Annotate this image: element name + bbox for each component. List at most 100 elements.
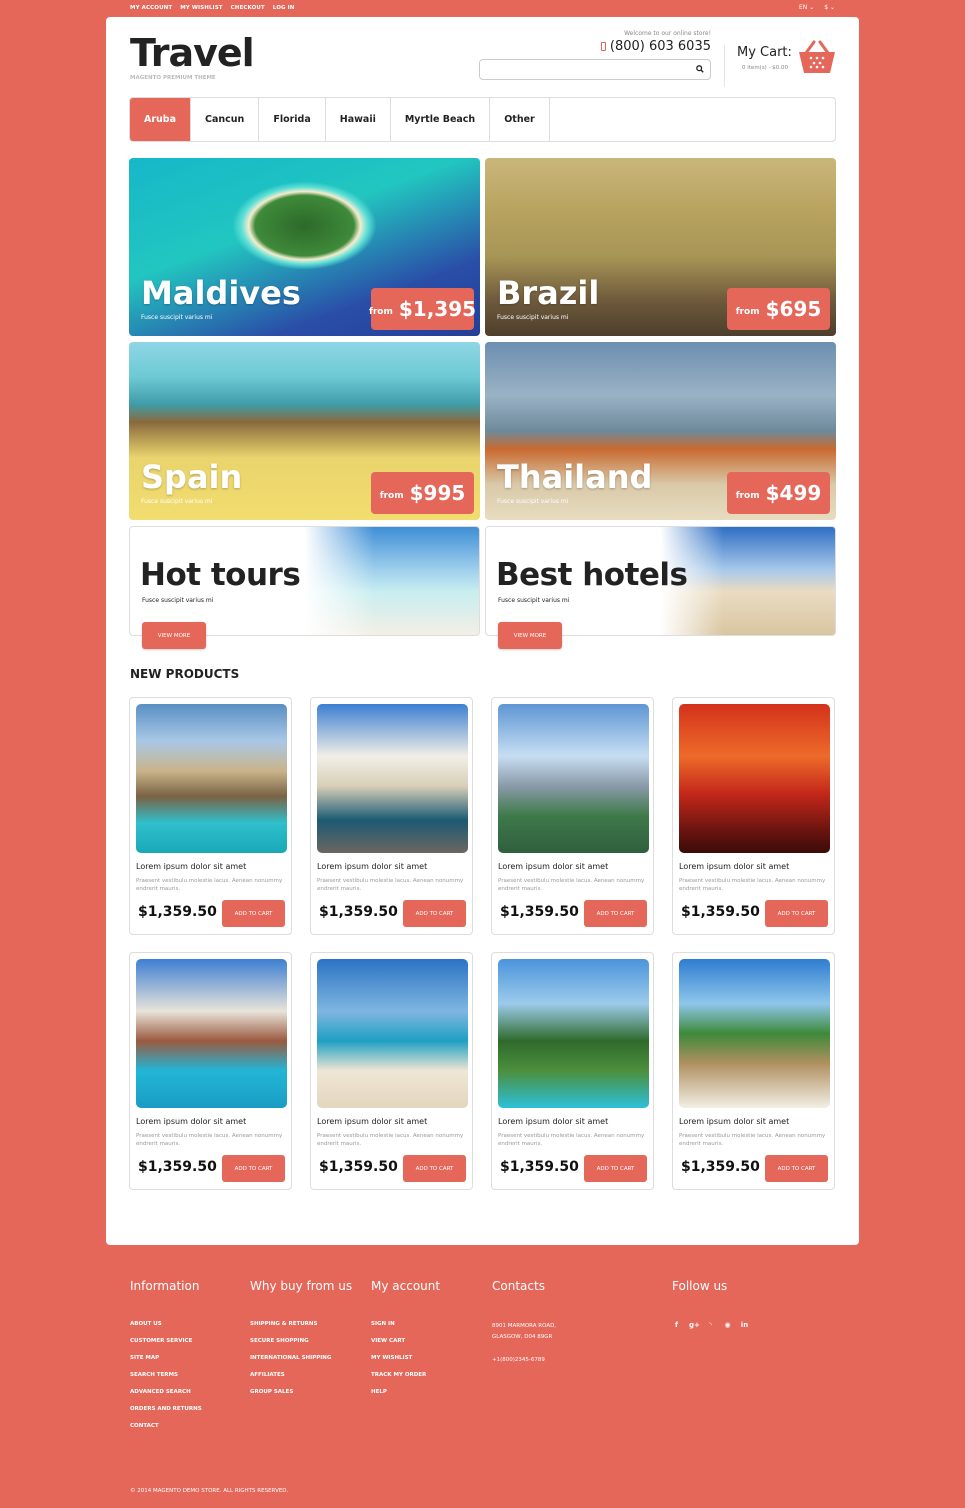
add-to-cart-button[interactable]: ADD TO CART: [403, 900, 466, 927]
product-card: Lorem ipsum dolor sit amet Praesent vesti…: [491, 697, 654, 935]
my-account-link[interactable]: MY ACCOUNT: [130, 5, 172, 11]
product-image[interactable]: [498, 704, 649, 853]
promo-subtitle: Fusce suscipit varius mi: [142, 597, 214, 604]
product-card: Lorem ipsum dolor sit amet Praesent vesti…: [310, 952, 473, 1190]
product-description: Praesent vestibulu molestie lacus. Aenea…: [679, 878, 826, 892]
product-image[interactable]: [679, 959, 830, 1108]
view-more-button[interactable]: VIEW MORE: [142, 622, 206, 649]
footer-link[interactable]: VIEW CART: [371, 1338, 440, 1355]
top-bar: MY ACCOUNT MY WISHLIST CHECKOUT LOG IN E…: [0, 0, 965, 17]
banner-title: Maldives: [141, 274, 301, 312]
product-image[interactable]: [679, 704, 830, 853]
linkedin-icon[interactable]: in: [740, 1321, 749, 1329]
product-image[interactable]: [317, 959, 468, 1108]
site-logo[interactable]: Travel: [130, 33, 255, 73]
price-value: $499: [765, 481, 822, 505]
rss-icon[interactable]: ◝: [706, 1321, 715, 1329]
welcome-message: Welcome to our online store!: [624, 30, 711, 37]
google-plus-icon[interactable]: g+: [689, 1321, 700, 1329]
product-price: $1,359.50: [681, 904, 760, 920]
product-image[interactable]: [498, 959, 649, 1108]
tab-aruba[interactable]: Aruba: [130, 98, 192, 141]
product-description: Praesent vestibulu molestie lacus. Aenea…: [136, 1133, 283, 1147]
product-card: Lorem ipsum dolor sit amet Praesent vesti…: [129, 697, 292, 935]
footer-link[interactable]: SITE MAP: [130, 1355, 202, 1372]
footer-link[interactable]: SEARCH TERMS: [130, 1372, 202, 1389]
product-image[interactable]: [136, 704, 287, 853]
pinterest-icon[interactable]: ◉: [723, 1321, 732, 1329]
footer-link[interactable]: AFFILIATES: [250, 1372, 352, 1389]
banner-title: Brazil: [497, 274, 600, 312]
footer-link[interactable]: CONTACT: [130, 1423, 202, 1440]
cart-summary: 0 item(s) - $0.00: [742, 65, 789, 71]
banner-subtitle: Fusce suscipit varius mi: [497, 314, 569, 321]
add-to-cart-button[interactable]: ADD TO CART: [222, 900, 285, 927]
product-name[interactable]: Lorem ipsum dolor sit amet: [317, 1117, 427, 1126]
tab-hawaii[interactable]: Hawaii: [326, 98, 391, 141]
footer: Information ABOUT US CUSTOMER SERVICE SITE…: [0, 1245, 965, 1508]
footer-link[interactable]: GROUP SALES: [250, 1389, 352, 1406]
product-price: $1,359.50: [138, 1159, 217, 1175]
tab-myrtle-beach[interactable]: Myrtle Beach: [391, 98, 491, 141]
footer-link[interactable]: TRACK MY ORDER: [371, 1372, 440, 1389]
footer-link[interactable]: CUSTOMER SERVICE: [130, 1338, 202, 1355]
product-name[interactable]: Lorem ipsum dolor sit amet: [679, 1117, 789, 1126]
price-tag: from $499: [727, 472, 830, 514]
footer-link[interactable]: SIGN IN: [371, 1321, 440, 1338]
banner-thailand[interactable]: Thailand Fusce suscipit varius mi from $4…: [485, 342, 836, 520]
footer-link[interactable]: INTERNATIONAL SHIPPING: [250, 1355, 352, 1372]
tab-cancun[interactable]: Cancun: [191, 98, 260, 141]
product-name[interactable]: Lorem ipsum dolor sit amet: [317, 862, 427, 871]
footer-link[interactable]: SECURE SHOPPING: [250, 1338, 352, 1355]
add-to-cart-button[interactable]: ADD TO CART: [584, 1155, 647, 1182]
footer-information: Information ABOUT US CUSTOMER SERVICE SITE…: [130, 1279, 202, 1440]
cart-basket-icon[interactable]: [798, 39, 836, 75]
search-icon[interactable]: [696, 65, 704, 73]
product-name[interactable]: Lorem ipsum dolor sit amet: [498, 862, 608, 871]
price-tag: from $995: [371, 472, 474, 514]
product-price: $1,359.50: [500, 1159, 579, 1175]
footer-link[interactable]: SHIPPING & RETURNS: [250, 1321, 352, 1338]
product-price: $1,359.50: [319, 1159, 398, 1175]
cart-title[interactable]: My Cart:: [737, 45, 792, 60]
banner-maldives[interactable]: Maldives Fusce suscipit varius mi from $1…: [129, 158, 480, 336]
add-to-cart-button[interactable]: ADD TO CART: [584, 900, 647, 927]
product-card: Lorem ipsum dolor sit amet Praesent vesti…: [129, 952, 292, 1190]
search-input[interactable]: [479, 59, 711, 80]
currency-selector[interactable]: $ ⌄: [824, 4, 835, 11]
product-price: $1,359.50: [138, 904, 217, 920]
add-to-cart-button[interactable]: ADD TO CART: [765, 900, 828, 927]
product-name[interactable]: Lorem ipsum dolor sit amet: [136, 1117, 246, 1126]
view-more-button[interactable]: VIEW MORE: [498, 622, 562, 649]
product-name[interactable]: Lorem ipsum dolor sit amet: [498, 1117, 608, 1126]
product-description: Praesent vestibulu molestie lacus. Aenea…: [498, 878, 645, 892]
tab-florida[interactable]: Florida: [259, 98, 326, 141]
tab-other[interactable]: Other: [490, 98, 550, 141]
product-image[interactable]: [317, 704, 468, 853]
price-value: $695: [765, 297, 822, 321]
site-tagline: MAGENTO PREMIUM THEME: [130, 75, 216, 81]
product-description: Praesent vestibulu molestie lacus. Aenea…: [317, 1133, 464, 1147]
banner-title: Thailand: [497, 458, 653, 496]
add-to-cart-button[interactable]: ADD TO CART: [222, 1155, 285, 1182]
add-to-cart-button[interactable]: ADD TO CART: [403, 1155, 466, 1182]
product-name[interactable]: Lorem ipsum dolor sit amet: [136, 862, 246, 871]
footer-heading: My account: [371, 1279, 441, 1293]
login-link[interactable]: LOG IN: [273, 5, 295, 11]
checkout-link[interactable]: CHECKOUT: [231, 5, 265, 11]
product-description: Praesent vestibulu molestie lacus. Aenea…: [498, 1133, 645, 1147]
product-name[interactable]: Lorem ipsum dolor sit amet: [679, 862, 789, 871]
banner-spain[interactable]: Spain Fusce suscipit varius mi from $995: [129, 342, 480, 520]
facebook-icon[interactable]: f: [672, 1321, 681, 1329]
copyright: © 2014 MAGENTO DEMO STORE. ALL RIGHTS RE…: [130, 1488, 289, 1494]
my-wishlist-link[interactable]: MY WISHLIST: [180, 5, 222, 11]
footer-link[interactable]: ADVANCED SEARCH: [130, 1389, 202, 1406]
language-selector[interactable]: EN ⌄: [799, 4, 814, 11]
footer-link[interactable]: MY WISHLIST: [371, 1355, 440, 1372]
product-image[interactable]: [136, 959, 287, 1108]
footer-link[interactable]: HELP: [371, 1389, 440, 1406]
footer-link[interactable]: ABOUT US: [130, 1321, 202, 1338]
footer-link[interactable]: ORDERS AND RETURNS: [130, 1406, 202, 1423]
banner-brazil[interactable]: Brazil Fusce suscipit varius mi from $695: [485, 158, 836, 336]
add-to-cart-button[interactable]: ADD TO CART: [765, 1155, 828, 1182]
